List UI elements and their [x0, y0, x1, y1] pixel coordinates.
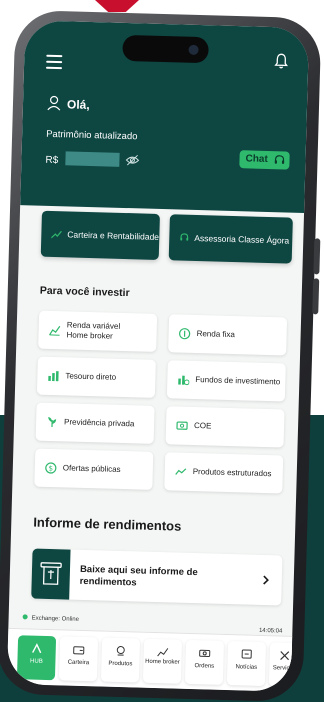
- tab-home-broker[interactable]: Home broker: [142, 638, 183, 684]
- investir-renda-fixa[interactable]: Renda fixa: [168, 314, 288, 356]
- app-header: Olá, Patrimônio atualizado R$ Chat: [20, 20, 310, 213]
- informe-title: Informe de rendimentos: [33, 514, 182, 534]
- tab-carteira[interactable]: Carteira: [58, 636, 99, 682]
- exchange-status: Exchange: Online: [22, 614, 80, 623]
- menu-icon[interactable]: [45, 54, 63, 70]
- investir-fundos[interactable]: Fundos de investimento: [166, 360, 286, 402]
- camera-icon: [188, 44, 199, 55]
- volume-button: [312, 278, 320, 315]
- tab-label: Produtos: [108, 660, 133, 668]
- investir-item-label: Produtos estruturados: [192, 466, 272, 479]
- bell-icon[interactable]: [274, 53, 288, 69]
- bottom-tab-bar: HUB Carteira Produtos Home broker Ordens…: [6, 627, 301, 692]
- orders-icon: [199, 649, 211, 658]
- tab-label: Serviços: [272, 665, 296, 672]
- headset-icon: [274, 155, 285, 164]
- home-broker-icon: [157, 648, 169, 657]
- status-time: 14:05:04: [258, 627, 283, 635]
- informe-card-text: Baixe aqui seu informe de rendimentos: [79, 563, 198, 589]
- tab-label: HUB: [29, 658, 43, 665]
- background-red-accent: [95, 0, 139, 12]
- chart-up-icon: [49, 325, 61, 336]
- tab-label: Carteira: [67, 659, 90, 667]
- plant-icon: [48, 416, 57, 428]
- bars-coin-icon: [178, 375, 190, 386]
- dollar-icon: $: [45, 462, 57, 474]
- investir-item-label: Tesouro direto: [65, 371, 117, 382]
- assessoria-button[interactable]: Assessoria Classe Ágora: [168, 214, 293, 264]
- wallet-icon: [73, 646, 85, 655]
- investir-produtos-estruturados[interactable]: Produtos estruturados: [164, 452, 284, 494]
- investir-item-label: COE: [193, 421, 212, 431]
- quick-action-label: Carteira e Rentabilidade: [67, 229, 160, 242]
- bars-icon: [48, 371, 59, 382]
- investir-item-label: Ofertas públicas: [62, 463, 121, 474]
- investir-previdencia[interactable]: Previdência privada: [35, 402, 155, 444]
- logo-icon: [32, 643, 42, 654]
- receipt-icon: [40, 562, 62, 585]
- app-screen: Olá, Patrimônio atualizado R$ Chat Carte…: [6, 20, 310, 692]
- tab-label: Ordens: [194, 663, 215, 670]
- investir-title: Para você investir: [39, 284, 130, 300]
- chat-label: Chat: [245, 153, 268, 165]
- user-icon: [47, 95, 61, 111]
- investir-coe[interactable]: COE: [165, 406, 285, 448]
- trend-icon: [51, 230, 62, 238]
- coin-icon: [179, 328, 191, 340]
- chevron-right-icon: [263, 575, 269, 585]
- investir-item-label: Renda variável Home broker: [66, 320, 121, 341]
- tab-ordens[interactable]: Ordens: [184, 639, 225, 685]
- line-chart-icon: [175, 468, 187, 475]
- phone-frame: Olá, Patrimônio atualizado R$ Chat Carte…: [0, 9, 322, 702]
- products-icon: [116, 646, 125, 656]
- tab-label: Home broker: [145, 658, 180, 666]
- tab-servicos[interactable]: Serviços: [268, 642, 301, 688]
- investir-tesouro-direto[interactable]: Tesouro direto: [36, 356, 156, 398]
- investir-item-label: Fundos de investimento: [195, 375, 281, 387]
- status-dot: [22, 614, 28, 620]
- greeting: Olá,: [66, 97, 90, 112]
- card-icon: [176, 421, 188, 430]
- investir-renda-variavel[interactable]: Renda variável Home broker: [38, 310, 158, 352]
- dynamic-island: [122, 34, 209, 64]
- currency-label: R$: [45, 154, 59, 167]
- tab-hub[interactable]: HUB: [16, 635, 57, 681]
- news-icon: [241, 649, 252, 659]
- informe-card[interactable]: Baixe aqui seu informe de rendimentos: [31, 548, 283, 606]
- carteira-rentabilidade-button[interactable]: Carteira e Rentabilidade: [40, 210, 160, 260]
- patrimonio-label: Patrimônio atualizado: [45, 128, 138, 143]
- chat-button[interactable]: Chat: [239, 150, 290, 170]
- volume-button: [313, 238, 321, 275]
- tab-noticias[interactable]: Notícias: [226, 641, 267, 687]
- svg-text:$: $: [48, 465, 53, 473]
- eye-off-icon[interactable]: [125, 154, 140, 166]
- services-icon: [280, 651, 290, 661]
- hidden-balance: [65, 151, 120, 167]
- quick-action-label: Assessoria Classe Ágora: [194, 232, 290, 246]
- investir-item-label: Previdência privada: [63, 417, 135, 429]
- investir-item-label: Renda fixa: [196, 329, 236, 340]
- headset-icon: [180, 233, 189, 241]
- tab-label: Notícias: [235, 664, 258, 671]
- exchange-status-text: Exchange: Online: [31, 615, 80, 623]
- tab-produtos[interactable]: Produtos: [100, 637, 141, 683]
- investir-ofertas-publicas[interactable]: $ Ofertas públicas: [34, 448, 154, 490]
- informe-icon-box: [31, 548, 71, 600]
